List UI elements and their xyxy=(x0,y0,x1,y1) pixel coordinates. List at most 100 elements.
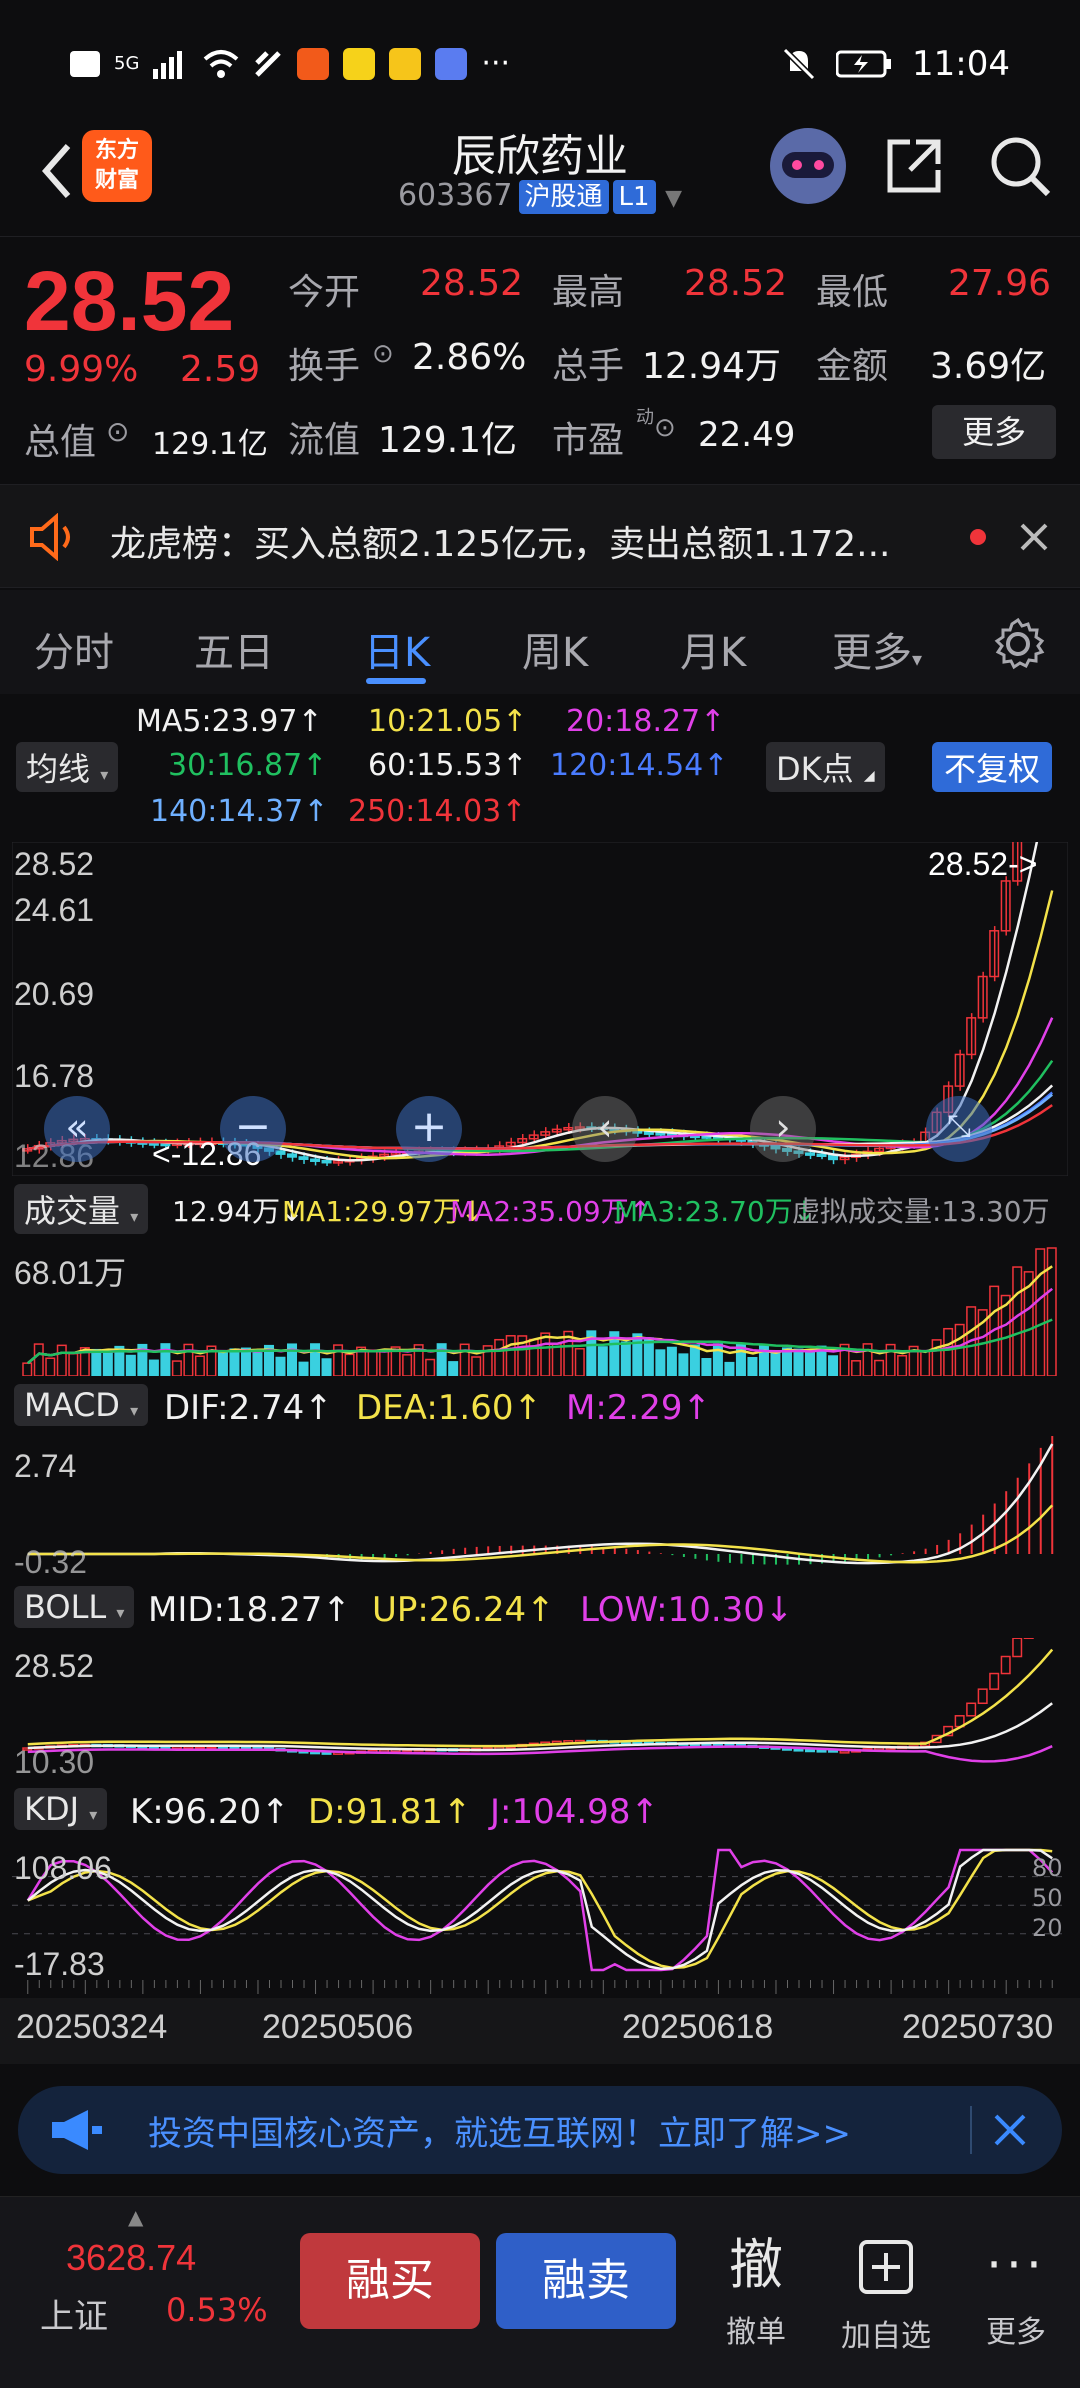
boll-selector-arrow-icon: ▾ xyxy=(116,1603,125,1622)
dropdown-triangle-icon[interactable]: ▼ xyxy=(665,186,682,211)
zoom-in-button[interactable]: + xyxy=(396,1096,462,1162)
mktcap-label: 总值 xyxy=(24,422,97,463)
volume-y-label: 68.01万 xyxy=(14,1255,127,1291)
volume-chart[interactable] xyxy=(12,1236,1068,1376)
turnover-info-icon[interactable]: ⊙ xyxy=(372,339,394,369)
volume-bar xyxy=(344,1353,355,1376)
kdj-selector-label: KDJ xyxy=(24,1790,80,1828)
kline-chart[interactable] xyxy=(12,842,1068,1176)
pe-info-icon[interactable]: ⊙ xyxy=(654,413,676,443)
period-tabs: 分时 五日 日K 周K 月K 更多▾ xyxy=(0,590,1080,694)
reset-view-button[interactable]: ⤡ xyxy=(926,1096,992,1162)
settings-gear-icon[interactable] xyxy=(990,616,1046,672)
add-watchlist-button[interactable]: 加自选 xyxy=(826,2233,946,2355)
volume-selector-arrow-icon: ▾ xyxy=(130,1207,139,1226)
connect-tag: 沪股通 xyxy=(518,180,609,214)
adjust-button[interactable]: 不复权 xyxy=(932,742,1053,792)
tab-minute[interactable]: 分时 xyxy=(34,620,114,678)
candle-body xyxy=(643,1131,654,1135)
candle-body xyxy=(310,1158,321,1162)
volume-bar xyxy=(310,1343,321,1376)
vol-ma3: MA3:23.70万↓ xyxy=(614,1195,817,1228)
candle-body xyxy=(275,1150,286,1155)
boll-chart[interactable] xyxy=(12,1638,1068,1778)
ma250-text: 250:14.03 xyxy=(348,794,502,829)
volume-bar xyxy=(68,1352,79,1376)
volume-bar xyxy=(33,1343,44,1376)
volume-bar xyxy=(620,1341,631,1376)
ma-selector[interactable]: 均线 ▾ xyxy=(16,742,119,792)
volume-bar xyxy=(171,1360,182,1376)
volume-bar xyxy=(701,1358,712,1376)
kdj-k: K:96.20↑ xyxy=(130,1792,290,1832)
robot-assistant-icon[interactable] xyxy=(770,128,846,204)
kdj-line xyxy=(27,1848,1053,1971)
more-quote-button[interactable]: 更多 xyxy=(932,405,1056,459)
macd-line xyxy=(27,1443,1054,1565)
tab-five-day[interactable]: 五日 xyxy=(194,620,274,678)
promo-banner[interactable]: 投资中国核心资产，就选互联网！立即了解>> xyxy=(18,2086,1062,2174)
macd-selector[interactable]: MACD ▾ xyxy=(14,1384,149,1426)
clock: 11:04 xyxy=(912,44,1010,84)
volume-bar xyxy=(471,1356,482,1376)
volume-selector[interactable]: 成交量 ▾ xyxy=(14,1184,149,1234)
scroll-right-button[interactable]: › xyxy=(750,1096,816,1162)
wifi-icon xyxy=(204,49,239,78)
index-value[interactable]: 3628.74 xyxy=(66,2237,196,2279)
share-icon[interactable] xyxy=(882,134,946,198)
index-expand-icon[interactable]: ▲ xyxy=(128,2205,143,2229)
dk-point-selector[interactable]: DK点 ◢ xyxy=(766,742,885,792)
close-icon[interactable] xyxy=(1018,521,1050,553)
macd-dif: DIF:2.74↑ xyxy=(164,1388,333,1428)
margin-buy-button[interactable]: 融买 xyxy=(300,2233,480,2329)
boll-candle xyxy=(977,1688,988,1705)
volume-bar xyxy=(321,1358,332,1376)
boll-selector[interactable]: BOLL ▾ xyxy=(14,1586,135,1628)
low-value: 27.96 xyxy=(948,263,1052,304)
boll-mid: MID:18.27↑ xyxy=(148,1590,351,1630)
nfc-icon xyxy=(255,50,282,77)
vol-ma1-text: MA1:29.97万 xyxy=(282,1195,461,1228)
volume-bar xyxy=(125,1354,136,1376)
ma10-value: 10:21.05↑ xyxy=(368,704,528,739)
tab-weekly-k[interactable]: 周K xyxy=(522,620,588,678)
ma-selector-arrow-icon: ▾ xyxy=(100,765,109,784)
scroll-left-button[interactable]: ‹ xyxy=(572,1096,638,1162)
volume-bar xyxy=(22,1362,33,1376)
vol-ma2-text: MA2:35.09万 xyxy=(450,1195,629,1228)
volume-bar xyxy=(874,1359,885,1376)
margin-sell-button[interactable]: 融卖 xyxy=(496,2233,676,2329)
volume-bar xyxy=(1012,1266,1023,1376)
kdj-selector[interactable]: KDJ ▾ xyxy=(14,1788,108,1830)
kdj-line xyxy=(27,1848,1053,1970)
music-icon xyxy=(435,47,468,80)
turnover-label: 换手 xyxy=(288,346,361,387)
level-tag: L1 xyxy=(612,180,656,214)
notice-bar[interactable]: 龙虎榜：买入总额2.125亿元，卖出总额1.172... xyxy=(0,484,1080,588)
add-square-icon xyxy=(859,2240,913,2294)
info-icon[interactable]: ⊙ xyxy=(106,415,129,448)
banner-close-icon[interactable] xyxy=(992,2112,1028,2148)
high-value: 28.52 xyxy=(684,263,788,304)
tab-daily-k[interactable]: 日K xyxy=(364,620,430,678)
macd-dea: DEA:1.60↑ xyxy=(356,1388,542,1428)
volume-bar xyxy=(574,1348,585,1376)
ma20-value: 20:18.27↑ xyxy=(566,704,726,739)
volume-bar xyxy=(920,1350,931,1376)
mute-icon xyxy=(782,47,816,81)
macd-dea-text: DEA:1.60 xyxy=(356,1388,514,1428)
search-icon[interactable] xyxy=(986,132,1054,200)
scroll-to-start-button[interactable]: « xyxy=(44,1096,110,1162)
tab-more[interactable]: 更多▾ xyxy=(832,620,922,678)
tab-monthly-k[interactable]: 月K xyxy=(680,620,746,678)
stock-code: 603367 xyxy=(397,178,513,213)
zoom-out-button[interactable]: − xyxy=(220,1096,286,1162)
cancel-order-button[interactable]: 撤 撤单 xyxy=(696,2233,816,2351)
macd-chart[interactable] xyxy=(12,1436,1068,1576)
ma-line xyxy=(27,890,1054,1160)
more-menu-button[interactable]: ··· 更多 xyxy=(956,2233,1076,2351)
volume-bar xyxy=(666,1346,677,1376)
ma60-value: 60:15.53↑ xyxy=(368,748,528,783)
kdj-chart[interactable] xyxy=(12,1840,1068,1980)
low-label: 最低 xyxy=(816,272,889,313)
